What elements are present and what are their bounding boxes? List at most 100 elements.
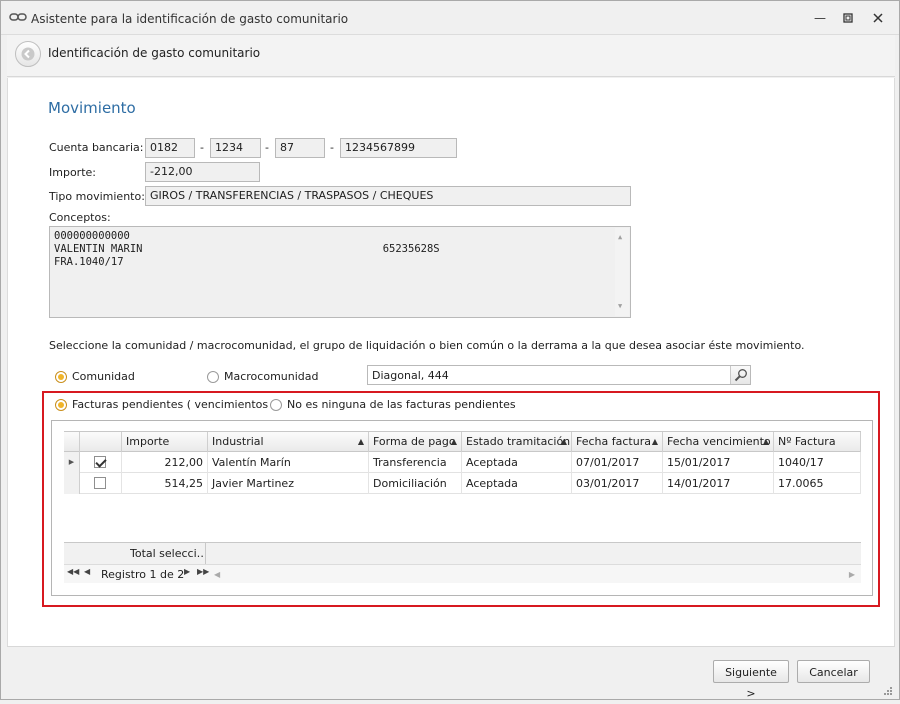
row-checkbox[interactable] — [94, 477, 106, 489]
comunidad-lookup-field[interactable]: Diagonal, 444 — [367, 365, 751, 385]
title-bar: Asistente para la identificación de gast… — [1, 1, 899, 35]
column-header-label: Forma de pago — [373, 435, 456, 448]
column-header-n-factura[interactable]: Nº Factura — [774, 432, 861, 452]
cell-importe: 212,00 — [122, 452, 208, 473]
scroll-up-icon[interactable]: ▲ — [618, 231, 622, 244]
nav-prev-icon[interactable]: ◀ — [84, 567, 90, 576]
cell-fecha-factura: 03/01/2017 — [572, 473, 663, 494]
cuenta-separator: - — [330, 141, 334, 154]
radio-ninguna-factura[interactable]: No es ninguna de las facturas pendientes — [270, 398, 516, 411]
record-indicator: Registro 1 de 2 — [101, 568, 185, 581]
column-header-label: Fecha vencimiento — [667, 435, 771, 448]
grid-navigator: ◀◀ ◀ Registro 1 de 2 ▶ ▶▶ ◀ ▶ — [64, 564, 861, 583]
radio-comunidad[interactable]: Comunidad — [55, 370, 135, 383]
cuenta-separator: - — [265, 141, 269, 154]
column-header-label: Fecha factura — [576, 435, 651, 448]
radio-unselected-icon — [207, 370, 219, 383]
column-header-fecha-factura[interactable]: Fecha factura ▲ — [572, 432, 663, 452]
grid-header: Importe Industrial ▲ Forma de pago ▲ Estad… — [64, 431, 861, 452]
cuenta-dc-field[interactable]: 87 — [275, 138, 325, 158]
conceptos-line: 000000000000 — [54, 230, 130, 242]
row-checkbox[interactable] — [94, 456, 106, 468]
importe-label: Importe: — [49, 166, 96, 179]
radio-selected-icon — [55, 398, 67, 411]
sort-asc-icon: ▲ — [762, 437, 769, 446]
row-indicator — [64, 473, 80, 494]
sort-asc-icon: ▲ — [450, 437, 457, 446]
maximize-icon[interactable] — [837, 9, 859, 27]
column-header-forma-pago[interactable]: Forma de pago ▲ — [369, 432, 462, 452]
column-header-importe[interactable]: Importe — [122, 432, 208, 452]
nav-last-icon[interactable]: ▶▶ — [197, 567, 209, 576]
window-title: Asistente para la identificación de gast… — [31, 12, 349, 26]
radio-facturas-pendientes[interactable]: Facturas pendientes ( vencimientos ) — [55, 398, 276, 411]
sort-asc-icon: ▲ — [651, 437, 658, 446]
cell-forma-pago: Domiciliación — [369, 473, 462, 494]
radio-macrocomunidad[interactable]: Macrocomunidad — [207, 370, 319, 383]
radio-facturas-pendientes-label: Facturas pendientes ( vencimientos ) — [72, 398, 276, 411]
conceptos-line: VALENTIN MARIN 65235628S — [54, 243, 440, 255]
conceptos-scrollbar[interactable]: ▲ ▼ — [615, 228, 629, 316]
conceptos-label: Conceptos: — [49, 211, 111, 224]
grid-summary-footer: Total selecci… — [64, 542, 861, 565]
scroll-left-icon[interactable]: ◀ — [214, 570, 220, 579]
resize-grip-icon[interactable] — [883, 686, 893, 696]
column-header-industrial[interactable]: Industrial ▲ — [208, 432, 369, 452]
cuenta-entidad-field[interactable]: 0182 — [145, 138, 195, 158]
close-icon[interactable] — [867, 9, 889, 27]
conceptos-memo[interactable]: 000000000000 VALENTIN MARIN 65235628S FR… — [49, 226, 631, 318]
facturas-grid: Importe Industrial ▲ Forma de pago ▲ Estad… — [51, 420, 873, 596]
cell-n-factura: 1040/17 — [774, 452, 861, 473]
nav-first-icon[interactable]: ◀◀ — [67, 567, 79, 576]
cancel-button[interactable]: Cancelar — [797, 660, 870, 683]
back-arrow-icon — [21, 47, 35, 61]
cell-fecha-vencimiento: 14/01/2017 — [663, 473, 774, 494]
cell-fecha-factura: 07/01/2017 — [572, 452, 663, 473]
column-header-estado[interactable]: Estado tramitación ▲ — [462, 432, 572, 452]
tipo-movimiento-field[interactable]: GIROS / TRANSFERENCIAS / TRASPASOS / CHE… — [145, 186, 631, 206]
column-header-label: Estado tramitación — [466, 435, 571, 448]
column-header-label: Industrial — [212, 435, 264, 448]
back-button[interactable] — [15, 41, 41, 67]
column-header-label: Nº Factura — [778, 435, 836, 448]
scroll-right-icon[interactable]: ▶ — [849, 570, 855, 579]
tipo-movimiento-label: Tipo movimiento: — [49, 190, 145, 203]
wizard-footer: Siguiente > Cancelar — [7, 646, 895, 700]
wizard-header: Identificación de gasto comunitario — [7, 35, 895, 77]
cuenta-bancaria-label: Cuenta bancaria: — [49, 141, 144, 154]
sort-asc-icon: ▲ — [357, 437, 364, 446]
header-indicator — [64, 432, 80, 452]
table-row[interactable]: ▶ 212,00 Valentín Marín Transferencia Ac… — [64, 452, 861, 473]
importe-field[interactable]: -212,00 — [145, 162, 260, 182]
lookup-button[interactable] — [730, 366, 750, 384]
column-header-fecha-vencimiento[interactable]: Fecha vencimiento ▲ — [663, 432, 774, 452]
minimize-icon[interactable]: — — [809, 9, 831, 27]
header-check[interactable] — [80, 432, 122, 452]
selection-instruction: Seleccione la comunidad / macrocomunidad… — [49, 339, 805, 352]
next-button[interactable]: Siguiente > — [713, 660, 789, 700]
column-header-label: Importe — [126, 435, 170, 448]
header-title: Identificación de gasto comunitario — [48, 46, 261, 60]
wizard-window: Asistente para la identificación de gast… — [0, 0, 900, 700]
cell-industrial: Javier Martinez — [208, 473, 369, 494]
sort-asc-icon: ▲ — [560, 437, 567, 446]
cell-estado: Aceptada — [462, 473, 572, 494]
total-seleccionado-label: Total selecci… — [130, 543, 206, 565]
cell-n-factura: 17.0065 — [774, 473, 861, 494]
radio-ninguna-factura-label: No es ninguna de las facturas pendientes — [287, 398, 516, 411]
cuenta-separator: - — [200, 141, 204, 154]
section-title-movimiento: Movimiento — [48, 99, 136, 117]
table-row[interactable]: 514,25 Javier Martinez Domiciliación Ace… — [64, 473, 861, 494]
cell-importe: 514,25 — [122, 473, 208, 494]
cell-industrial: Valentín Marín — [208, 452, 369, 473]
nav-next-icon[interactable]: ▶ — [184, 567, 190, 576]
wizard-content: Movimiento Cuenta bancaria: 0182 - 1234 … — [7, 78, 895, 646]
scroll-down-icon[interactable]: ▼ — [618, 300, 622, 313]
cell-forma-pago: Transferencia — [369, 452, 462, 473]
radio-comunidad-label: Comunidad — [72, 370, 135, 383]
row-focus-indicator-icon: ▶ — [64, 452, 80, 473]
radio-selected-icon — [55, 370, 67, 383]
radio-macrocomunidad-label: Macrocomunidad — [224, 370, 319, 383]
cuenta-oficina-field[interactable]: 1234 — [210, 138, 261, 158]
cuenta-numero-field[interactable]: 1234567899 — [340, 138, 457, 158]
